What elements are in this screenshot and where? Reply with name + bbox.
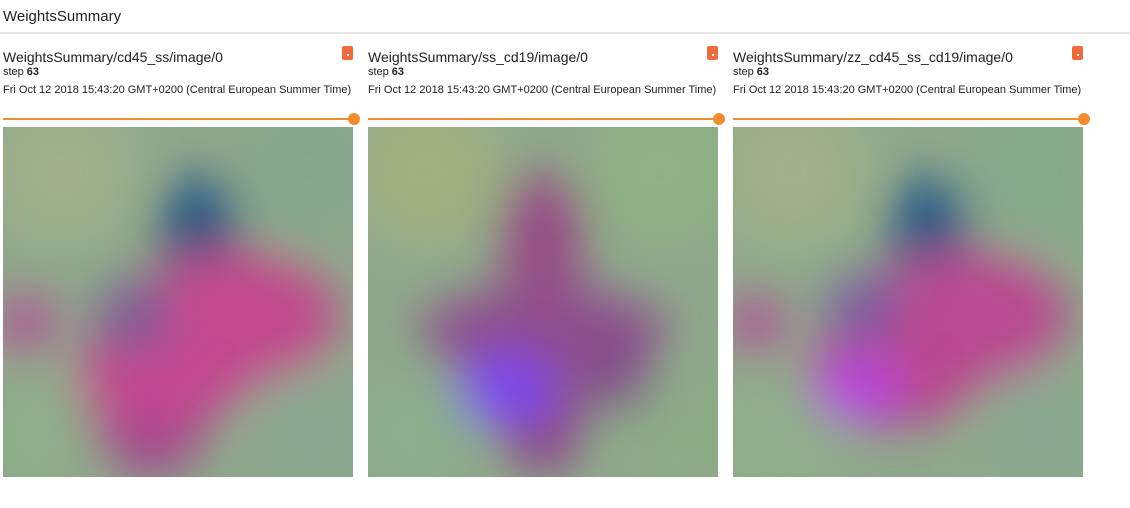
step-slider-knob[interactable] — [1078, 113, 1090, 125]
image-card-title: WeightsSummary/cd45_ss/image/0 — [3, 49, 223, 65]
step-info: step 63 — [368, 66, 404, 78]
image-card-title: WeightsSummary/ss_cd19/image/0 — [368, 49, 588, 65]
image-card-title: WeightsSummary/zz_cd45_ss_cd19/image/0 — [733, 49, 1013, 65]
weights-image — [368, 127, 718, 477]
step-label: step — [733, 66, 754, 78]
step-slider-knob[interactable] — [348, 113, 360, 125]
dashboard-header: WeightsSummary — [0, 0, 1130, 34]
weights-image — [3, 127, 353, 477]
expand-button[interactable] — [342, 46, 353, 60]
timestamp: Fri Oct 12 2018 15:43:20 GMT+0200 (Centr… — [3, 84, 352, 96]
image-card-zz-cd45-ss-cd19: WeightsSummary/zz_cd45_ss_cd19/image/0 s… — [733, 46, 1090, 478]
timestamp: Fri Oct 12 2018 15:43:20 GMT+0200 (Centr… — [733, 84, 1082, 96]
image-card-ss-cd19: WeightsSummary/ss_cd19/image/0 step 63 Fr… — [368, 46, 725, 478]
step-value: 63 — [756, 66, 770, 78]
step-info: step 63 — [3, 66, 39, 78]
step-info: step 63 — [733, 66, 769, 78]
expand-button[interactable] — [1072, 46, 1083, 60]
step-value: 63 — [391, 66, 405, 78]
step-slider-knob[interactable] — [713, 113, 725, 125]
step-label: step — [368, 66, 389, 78]
step-slider-track[interactable] — [733, 118, 1083, 120]
timestamp: Fri Oct 12 2018 15:43:20 GMT+0200 (Centr… — [368, 84, 717, 96]
step-slider-track[interactable] — [3, 118, 353, 120]
step-slider-track[interactable] — [368, 118, 718, 120]
section-title: WeightsSummary — [3, 8, 122, 25]
image-card-cd45-ss: WeightsSummary/cd45_ss/image/0 step 63 Fr… — [3, 46, 360, 478]
expand-button[interactable] — [707, 46, 718, 60]
step-value: 63 — [26, 66, 40, 78]
weights-image — [733, 127, 1083, 477]
step-label: step — [3, 66, 24, 78]
